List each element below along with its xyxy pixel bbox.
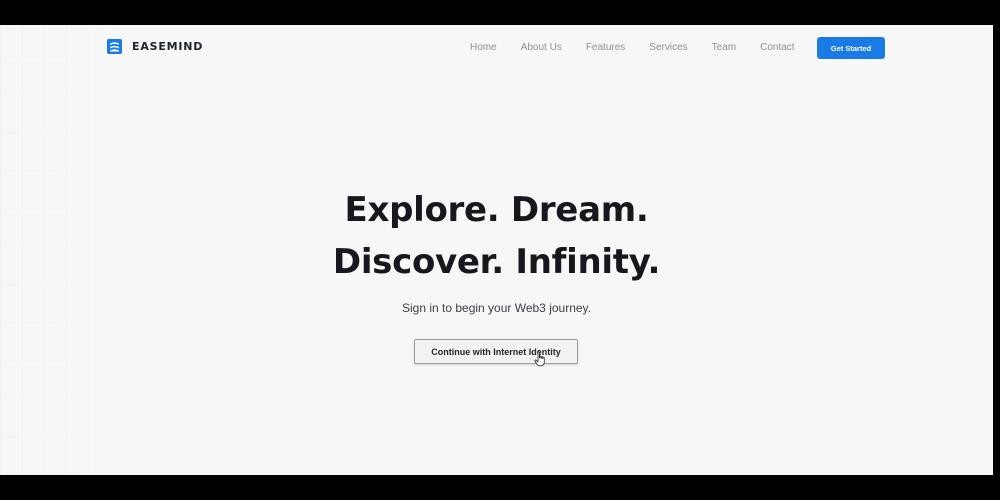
nav-links: Home About Us Features Services Team Con… <box>470 42 795 53</box>
browser-viewport: EASEMIND Home About Us Features Services… <box>0 25 993 475</box>
brand[interactable]: EASEMIND <box>107 39 203 54</box>
nav-link-features[interactable]: Features <box>586 42 625 53</box>
hero-headline-line-2: Discover. Infinity. <box>332 242 661 282</box>
hero-subtitle: Sign in to begin your Web3 journey. <box>401 301 591 315</box>
brand-name: EASEMIND <box>132 40 204 53</box>
nav-link-services[interactable]: Services <box>649 42 687 53</box>
nav-link-about-us[interactable]: About Us <box>521 42 562 53</box>
get-started-button[interactable]: Get Started <box>817 37 885 59</box>
nav-link-home[interactable]: Home <box>470 42 497 53</box>
hero-headline-line-1: Explore. Dream. <box>344 190 649 230</box>
nav-link-contact[interactable]: Contact <box>760 42 794 53</box>
navbar: EASEMIND Home About Us Features Services… <box>0 25 993 71</box>
internet-identity-signin-button[interactable]: Continue with Internet Identity <box>414 339 578 364</box>
hand-pointer-icon <box>534 351 546 367</box>
logo-icon <box>107 39 122 54</box>
nav-link-team[interactable]: Team <box>712 42 736 53</box>
